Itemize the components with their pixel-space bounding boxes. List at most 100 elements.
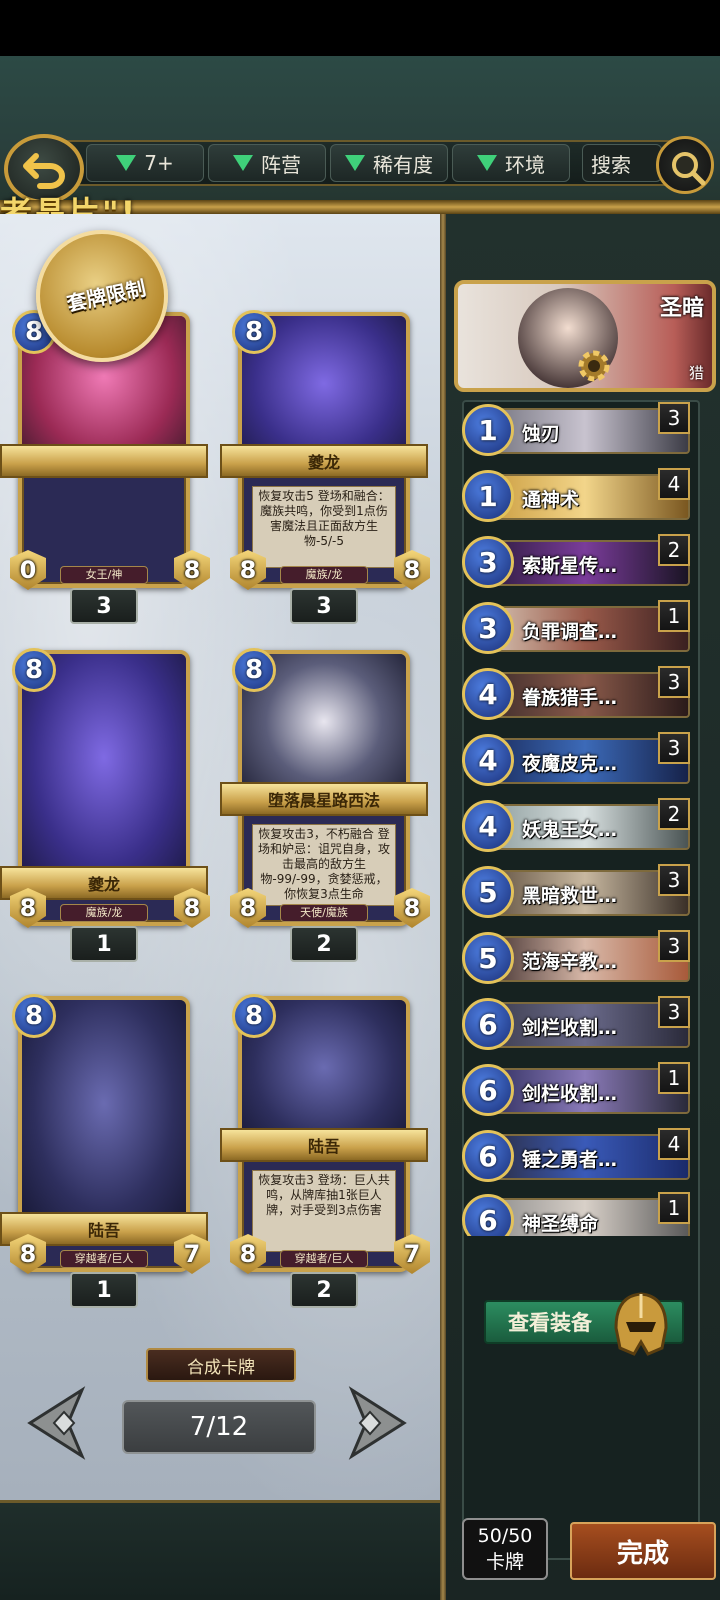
search-button[interactable] bbox=[656, 136, 714, 194]
deck-card-cost: 6 bbox=[462, 1130, 514, 1182]
card-cost: 8 bbox=[232, 648, 276, 692]
deck-card-cost: 1 bbox=[462, 404, 514, 456]
card-tribe: 天使/魔族 bbox=[280, 904, 368, 922]
card-description: 恢复攻击5 登场和融合：魔族共鸣，你受到1点伤害魔法且正面敌方生物-5/-5 bbox=[252, 486, 396, 568]
deck-card-count: 4 bbox=[658, 468, 690, 500]
deck-card-count: 3 bbox=[658, 732, 690, 764]
deck-card-count: 4 bbox=[658, 1128, 690, 1160]
rarity-filter[interactable]: 稀有度 bbox=[330, 144, 448, 182]
card-name bbox=[0, 444, 208, 478]
deck-card-cost: 3 bbox=[462, 602, 514, 654]
leader-class: 猎 bbox=[688, 364, 704, 382]
deck-card-count: 3 bbox=[658, 864, 690, 896]
status-bar-area bbox=[0, 0, 720, 56]
card-owned-count: 1 bbox=[70, 926, 138, 962]
card-owned-count: 3 bbox=[290, 588, 358, 624]
card-description: 恢复攻击3，不朽融合 登场和妒忌：诅咒自身，攻击最高的敌方生物-99/-99，贪… bbox=[252, 824, 396, 906]
deck-card-count: 2 bbox=[658, 798, 690, 830]
dropdown-triangle-icon bbox=[477, 155, 497, 171]
deck-card-count: 3 bbox=[658, 996, 690, 1028]
magnifier-icon bbox=[672, 152, 706, 186]
synthesize-card-button[interactable]: 合成卡牌 bbox=[146, 1348, 296, 1382]
deck-card-row[interactable]: 妖鬼王女… 4 2 bbox=[462, 796, 692, 852]
deck-card-cost: 6 bbox=[462, 1064, 514, 1116]
deck-card-row[interactable]: 锤之勇者… 6 4 bbox=[462, 1126, 692, 1182]
card-art bbox=[22, 654, 186, 884]
deck-card-name: 黑暗救世… bbox=[522, 885, 618, 907]
deck-card-row[interactable]: 范海辛教… 5 3 bbox=[462, 928, 692, 984]
back-arrow-icon bbox=[23, 153, 65, 189]
deck-card-name: 神圣缚命 bbox=[522, 1213, 599, 1235]
deck-limit-seal: 套牌限制 bbox=[36, 230, 168, 362]
leader-faction: 圣暗 bbox=[659, 296, 704, 321]
deck-card-name: 剑栏收割… bbox=[522, 1017, 618, 1039]
deck-limit-text: 套牌限制 bbox=[64, 275, 148, 317]
deck-card-row[interactable]: 黑暗救世… 5 3 bbox=[462, 862, 692, 918]
card-owned-count: 1 bbox=[70, 1272, 138, 1308]
deck-card-row[interactable]: 眷族猎手… 4 3 bbox=[462, 664, 692, 720]
deck-card-name: 眷族猎手… bbox=[522, 687, 618, 709]
deck-card-count: 3 bbox=[658, 930, 690, 962]
view-equipment-label: 查看装备 bbox=[508, 1311, 592, 1335]
search-label: 搜索 bbox=[591, 152, 631, 177]
faction-filter-label: 阵营 bbox=[261, 152, 301, 177]
deck-card-name: 范海辛教… bbox=[522, 951, 618, 973]
card-slot[interactable]: 恢复攻击3，不朽融合 登场和妒忌：诅咒自身，攻击最高的敌方生物-99/-99，贪… bbox=[220, 644, 430, 962]
deck-card-cost: 4 bbox=[462, 734, 514, 786]
deck-card-cost: 6 bbox=[462, 998, 514, 1050]
deck-card-count: 1 bbox=[658, 1192, 690, 1224]
card-slot[interactable]: 夔龙 魔族/龙 8 8 8 1 bbox=[0, 644, 210, 962]
deck-card-row[interactable]: 负罪调查… 3 1 bbox=[462, 598, 692, 654]
deck-count-badge: 50/50 卡牌 bbox=[462, 1518, 548, 1580]
card-tribe: 穿越者/巨人 bbox=[280, 1250, 368, 1268]
deck-card-name: 通神术 bbox=[522, 489, 580, 511]
deck-card-row[interactable]: 剑栏收割… 6 1 bbox=[462, 1060, 692, 1116]
card-name: 陆吾 bbox=[220, 1128, 428, 1162]
card-cost: 8 bbox=[232, 310, 276, 354]
helmet-icon bbox=[614, 1292, 668, 1356]
deck-card-cost: 4 bbox=[462, 668, 514, 720]
deck-card-name: 负罪调查… bbox=[522, 621, 618, 643]
card-owned-count: 2 bbox=[290, 926, 358, 962]
deck-card-cost: 3 bbox=[462, 536, 514, 588]
deck-card-row[interactable]: 通神术 1 4 bbox=[462, 466, 692, 522]
deck-card-count: 3 bbox=[658, 666, 690, 698]
card-owned-count: 2 bbox=[290, 1272, 358, 1308]
page-indicator: 7/12 bbox=[122, 1400, 316, 1454]
deck-card-cost: 5 bbox=[462, 932, 514, 984]
deck-card-row[interactable]: 神圣缚命 6 1 bbox=[462, 1190, 692, 1236]
deck-card-count: 1 bbox=[658, 1062, 690, 1094]
dropdown-triangle-icon bbox=[345, 155, 365, 171]
deck-count-unit: 卡牌 bbox=[485, 1551, 524, 1573]
deck-list-clip: 神圣缚命 6 1 bbox=[462, 1190, 692, 1236]
deck-card-count: 2 bbox=[658, 534, 690, 566]
deck-card-name: 夜魔皮克… bbox=[522, 753, 618, 775]
deck-card-row[interactable]: 蚀刃 1 3 bbox=[462, 400, 692, 456]
deck-card-row[interactable]: 夜魔皮克… 4 3 bbox=[462, 730, 692, 786]
card-slot[interactable]: 恢复攻击5 登场和融合：魔族共鸣，你受到1点伤害魔法且正面敌方生物-5/-5 夔… bbox=[220, 306, 430, 624]
dropdown-triangle-icon bbox=[233, 155, 253, 171]
card-name: 堕落晨星路西法 bbox=[220, 782, 428, 816]
cost-filter[interactable]: 7+ bbox=[86, 144, 204, 182]
deck-card-row[interactable]: 剑栏收割… 6 3 bbox=[462, 994, 692, 1050]
deck-card-cost: 4 bbox=[462, 800, 514, 852]
deck-card-row[interactable]: 索斯星传… 3 2 bbox=[462, 532, 692, 588]
dropdown-triangle-icon bbox=[116, 155, 137, 171]
done-button[interactable]: 完成 bbox=[570, 1522, 716, 1580]
card-tribe: 女王/神 bbox=[60, 566, 148, 584]
environment-filter[interactable]: 环境 bbox=[452, 144, 570, 182]
cost-filter-label: 7+ bbox=[144, 151, 174, 175]
faction-filter[interactable]: 阵营 bbox=[208, 144, 326, 182]
card-cost: 8 bbox=[232, 994, 276, 1038]
gear-icon[interactable] bbox=[574, 346, 614, 386]
card-tribe: 穿越者/巨人 bbox=[60, 1250, 148, 1268]
previous-page-arrow-icon[interactable] bbox=[24, 1386, 88, 1460]
deck-card-name: 妖鬼王女… bbox=[522, 819, 618, 841]
card-slot[interactable]: 陆吾 穿越者/巨人 8 8 7 1 bbox=[0, 990, 210, 1308]
card-description: 恢复攻击3 登场：巨人共鸣，从牌库抽1张巨人牌，对手受到3点伤害 bbox=[252, 1170, 396, 1252]
card-name: 夔龙 bbox=[220, 444, 428, 478]
next-page-arrow-icon[interactable] bbox=[346, 1386, 410, 1460]
deck-card-name: 剑栏收割… bbox=[522, 1083, 618, 1105]
card-slot[interactable]: 恢复攻击3 登场：巨人共鸣，从牌库抽1张巨人牌，对手受到3点伤害 陆吾 穿越者/… bbox=[220, 990, 430, 1308]
search-input[interactable]: 搜索 bbox=[582, 144, 662, 182]
